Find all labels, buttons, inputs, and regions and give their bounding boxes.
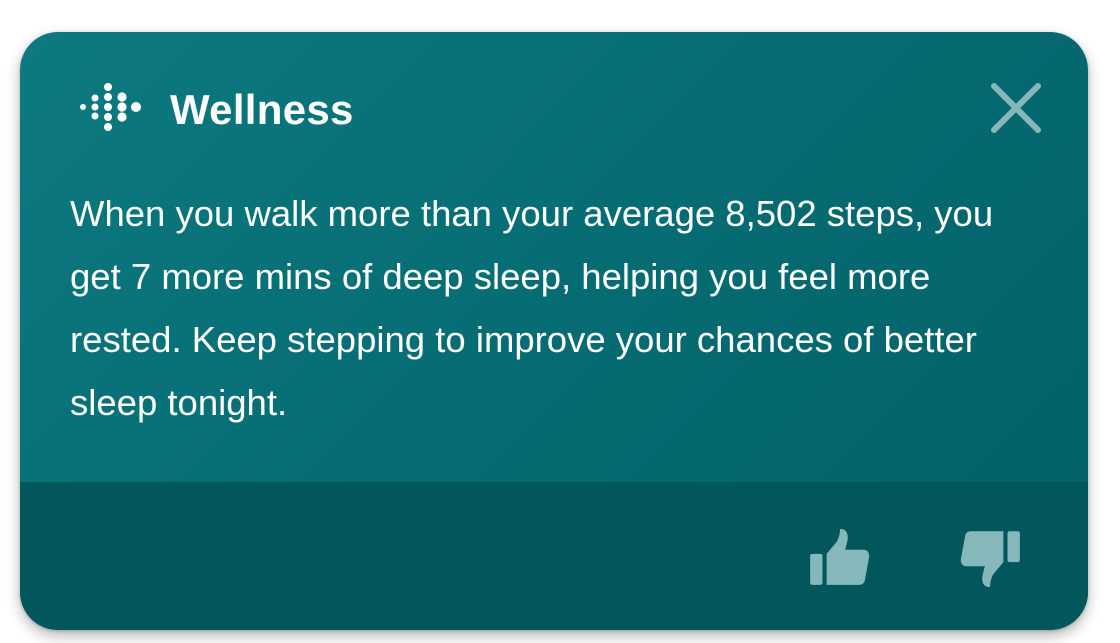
close-icon[interactable] [988,80,1044,136]
feedback-footer [20,482,1088,630]
thumbs-down-icon[interactable] [958,525,1024,591]
fitbit-logo-icon [80,83,141,131]
wellness-card: Wellness When you walk more than your av… [20,32,1088,630]
card-header: Wellness [20,32,1088,182]
wellness-message: When you walk more than your average 8,5… [70,193,994,423]
card-title: Wellness [170,86,354,133]
thumbs-up-icon[interactable] [806,525,872,591]
